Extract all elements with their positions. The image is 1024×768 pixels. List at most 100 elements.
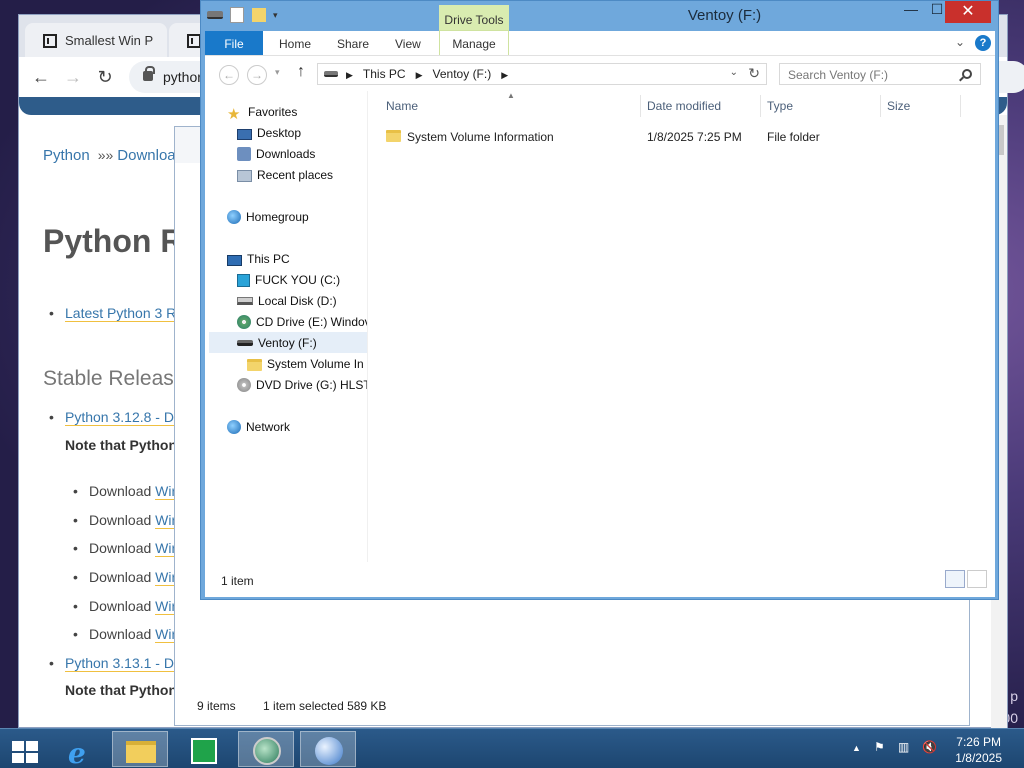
reload-icon[interactable]: ↻ <box>93 65 117 89</box>
nav-label: Favorites <box>248 105 298 119</box>
nav-label: Desktop <box>257 126 302 140</box>
address-bar[interactable]: ▶ This PC ▶ Ventoy (F:) ▶ ⌄ ↻ <box>317 63 767 85</box>
minimize-button[interactable]: — <box>901 1 921 23</box>
download-label: Download <box>89 569 156 585</box>
nav-network[interactable]: Network <box>227 416 290 437</box>
download-link[interactable]: Wir <box>155 540 177 557</box>
breadcrumb-this-pc[interactable]: This PC <box>363 67 406 81</box>
hard-disk-icon <box>237 297 253 305</box>
close-button[interactable]: ✕ <box>945 1 991 23</box>
disc-app-icon <box>315 737 343 765</box>
maximize-button[interactable]: ☐ <box>927 1 947 23</box>
recent-locations-icon[interactable]: ▾ <box>275 67 280 78</box>
forward-button[interactable]: → <box>247 65 267 85</box>
back-arrow-icon[interactable]: ← <box>29 65 53 89</box>
column-header-type[interactable]: Type <box>767 99 793 113</box>
nav-homegroup[interactable]: Homegroup <box>227 206 309 227</box>
tab-manage[interactable]: Manage <box>439 30 509 55</box>
taskbar-browser[interactable] <box>238 731 294 767</box>
nav-e-drive[interactable]: CD Drive (E:) Windov <box>237 311 367 332</box>
breadcrumb-current[interactable]: Downloa <box>117 147 175 164</box>
refresh-icon[interactable]: ↻ <box>748 65 760 82</box>
action-center-flag-icon[interactable]: ⚑ <box>874 740 885 754</box>
view-switcher <box>943 570 987 591</box>
nav-g-drive[interactable]: DVD Drive (G:) HLST <box>237 374 367 395</box>
tab-share[interactable]: Share <box>337 37 369 51</box>
details-view-icon[interactable] <box>945 570 965 588</box>
chevron-right-icon[interactable]: ▶ <box>501 70 508 80</box>
download-item: Download Wir <box>73 626 177 643</box>
latest-release-link[interactable]: Latest Python 3 Re <box>65 305 185 322</box>
chevron-down-icon[interactable]: ⌄ <box>730 67 738 78</box>
up-button[interactable]: ↑ <box>297 63 305 81</box>
nav-c-drive[interactable]: FUCK YOU (C:) <box>237 269 340 290</box>
tab-file[interactable]: File <box>205 31 263 55</box>
column-header-size[interactable]: Size <box>887 99 910 113</box>
chevron-right-icon[interactable]: ▶ <box>416 70 423 80</box>
nav-downloads[interactable]: Downloads <box>237 143 315 164</box>
stable-releases-heading: Stable Release <box>43 367 186 390</box>
download-item: Download Wir <box>73 598 177 615</box>
nav-desktop[interactable]: Desktop <box>237 122 301 143</box>
column-divider[interactable] <box>760 95 761 117</box>
taskbar-file-explorer[interactable] <box>112 731 168 767</box>
column-divider[interactable] <box>960 95 961 117</box>
forward-arrow-icon[interactable]: → <box>61 65 85 89</box>
clock[interactable]: 7:26 PM 1/8/2025 <box>955 734 1002 766</box>
breadcrumb-ventoy[interactable]: Ventoy (F:) <box>433 67 492 81</box>
nav-f-drive[interactable]: Ventoy (F:) <box>209 332 367 353</box>
nav-label: Network <box>246 420 291 434</box>
file-date: 1/8/2025 7:25 PM <box>647 130 742 144</box>
column-divider[interactable] <box>640 95 641 117</box>
download-link[interactable]: Wir <box>155 512 177 529</box>
breadcrumb-home[interactable]: Python <box>43 147 90 164</box>
start-button[interactable] <box>0 731 52 767</box>
column-divider[interactable] <box>880 95 881 117</box>
download-label: Download <box>89 483 156 499</box>
download-link[interactable]: Wir <box>155 483 177 500</box>
release-link[interactable]: Python 3.13.1 - De <box>65 655 182 672</box>
browser-tab[interactable]: Smallest Win P <box>25 23 167 57</box>
sort-ascending-icon: ▲ <box>507 91 515 100</box>
search-icon[interactable] <box>962 69 972 79</box>
back-button[interactable]: ← <box>219 65 239 85</box>
tab-view[interactable]: View <box>395 37 421 51</box>
taskbar-internet-explorer[interactable]: e <box>52 731 108 768</box>
search-placeholder: Search Ventoy (F:) <box>788 68 889 82</box>
download-link[interactable]: Wir <box>155 626 177 643</box>
pane-splitter[interactable] <box>367 91 368 562</box>
expand-ribbon-icon[interactable]: ⌄ <box>955 35 965 49</box>
network-icon <box>227 420 241 434</box>
taskbar-store[interactable] <box>176 731 232 767</box>
nav-favorites[interactable]: ★ Favorites <box>227 101 297 122</box>
release-link[interactable]: Python 3.12.8 - De <box>65 409 182 426</box>
nav-label: Homegroup <box>246 210 309 224</box>
nav-system-volume-info[interactable]: System Volume In <box>247 353 364 374</box>
column-header-date[interactable]: Date modified <box>647 99 721 113</box>
nav-recent-places[interactable]: Recent places <box>237 164 333 185</box>
download-link[interactable]: Wir <box>155 598 177 615</box>
tab-home[interactable]: Home <box>279 37 311 51</box>
explorer-title-bar[interactable]: ▾ Drive Tools Ventoy (F:) — ☐ ✕ <box>201 1 998 31</box>
desktop-icon <box>237 129 252 140</box>
taskbar-disc-app[interactable] <box>300 731 356 767</box>
file-row[interactable]: System Volume Information 1/8/2025 7:25 … <box>383 127 973 147</box>
nav-label: Local Disk (D:) <box>258 294 337 308</box>
search-input[interactable]: Search Ventoy (F:) <box>779 63 981 85</box>
nav-d-drive[interactable]: Local Disk (D:) <box>237 290 337 311</box>
chevron-right-icon[interactable]: ▶ <box>346 70 353 80</box>
show-hidden-icons-icon[interactable]: ▲ <box>852 743 861 753</box>
nav-label: Downloads <box>256 147 316 161</box>
column-header-name[interactable]: Name <box>386 99 418 113</box>
nav-this-pc[interactable]: This PC <box>227 248 290 269</box>
volume-muted-icon[interactable]: 🔇 <box>922 740 937 754</box>
downloads-icon <box>237 147 251 161</box>
network-tray-icon[interactable]: ▥ <box>898 740 909 754</box>
large-icons-view-icon[interactable] <box>967 570 987 588</box>
status-item-count: 9 items <box>197 699 236 713</box>
download-link[interactable]: Wir <box>155 569 177 586</box>
clock-time: 7:26 PM <box>956 735 1001 749</box>
list-item: Python 3.12.8 - De <box>49 409 182 426</box>
help-icon[interactable]: ? <box>975 35 991 51</box>
explorer-body: ★ Favorites Desktop Downloads Recent plac… <box>205 91 995 562</box>
